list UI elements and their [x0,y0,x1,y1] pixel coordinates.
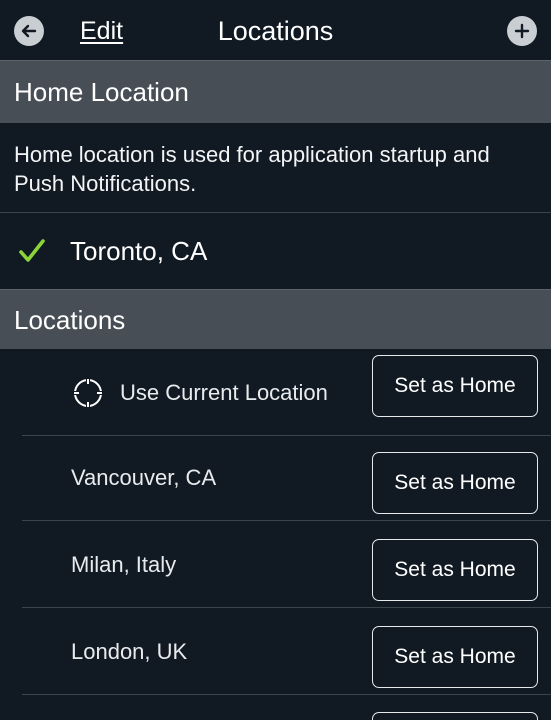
home-location-header: Home Location [0,60,551,123]
set-as-home-button[interactable]: Set as Home [372,452,538,514]
set-as-home-button[interactable]: Set as Home [372,539,538,601]
add-location-button[interactable] [507,16,537,46]
arrow-left-icon [21,24,37,38]
home-location-name: Toronto, CA [70,236,208,266]
location-name: Vancouver, CA [71,465,217,490]
checkmark-icon [19,239,45,262]
edit-link[interactable]: Edit [80,14,123,48]
home-location-description: Home location is used for application st… [14,142,490,196]
locations-screen: Edit Locations Home Location Home locati… [0,0,551,720]
top-nav-bar: Edit Locations [0,0,551,60]
list-item[interactable]: London, UK Set as Home [0,608,551,695]
set-as-home-button[interactable]: Set as Home [372,355,538,417]
divider [22,694,551,695]
locations-header: Locations [0,289,551,349]
location-name: London, UK [71,639,188,664]
crosshair-icon [73,378,103,408]
location-name: Milan, Italy [71,552,177,577]
location-name: Use Current Location [120,380,328,405]
list-item[interactable]: Milan, Italy Set as Home [0,521,551,608]
plus-icon [514,23,530,39]
set-as-home-button-partial[interactable] [372,712,538,720]
list-item-current-location[interactable]: Use Current Location Set as Home [0,349,551,436]
list-item[interactable]: Vancouver, CA Set as Home [0,434,551,521]
back-button[interactable] [14,16,44,46]
home-location-row[interactable]: Toronto, CA [0,213,551,289]
set-as-home-button[interactable]: Set as Home [372,626,538,688]
